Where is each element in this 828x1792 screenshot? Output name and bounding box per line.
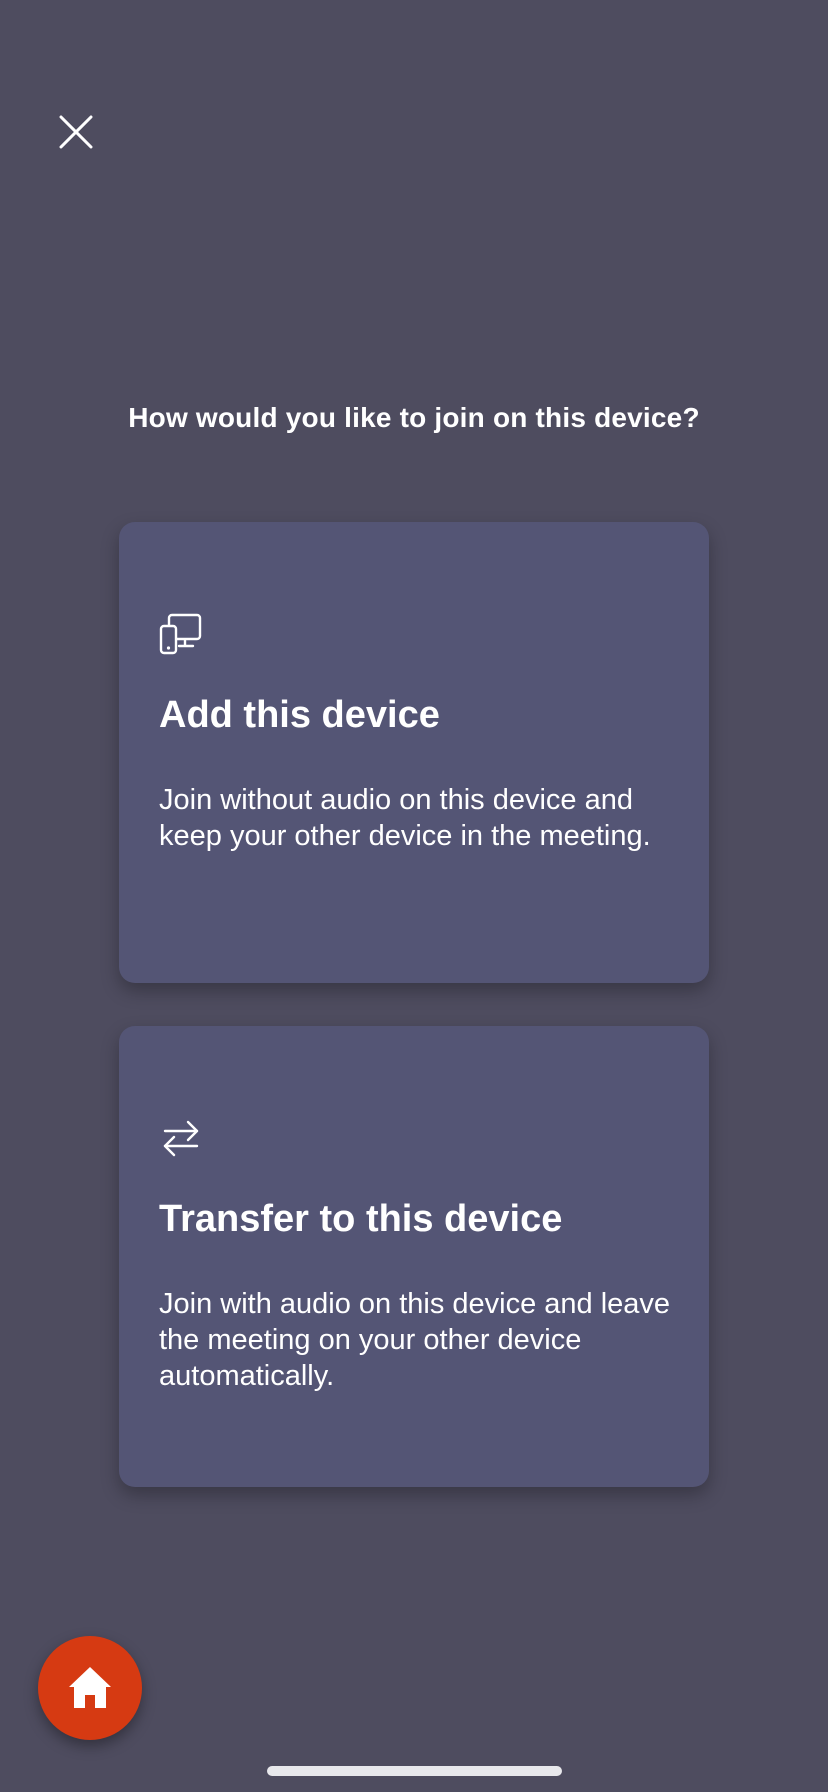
join-question-heading: How would you like to join on this devic… xyxy=(128,402,700,433)
home-icon xyxy=(69,1667,111,1708)
option-title: Add this device xyxy=(159,694,440,736)
transfer-to-this-device-option[interactable]: Transfer to this device Join with audio … xyxy=(119,1026,709,1487)
join-options-screen: How would you like to join on this devic… xyxy=(0,0,828,1792)
add-this-device-option[interactable]: Add this device Join without audio on th… xyxy=(119,522,709,983)
option-description: Join with audio on this device and leave… xyxy=(159,1288,671,1392)
close-icon xyxy=(59,115,93,149)
option-description: Join without audio on this device and ke… xyxy=(159,784,651,852)
option-title: Transfer to this device xyxy=(159,1198,563,1240)
home-indicator-bar[interactable] xyxy=(267,1766,562,1776)
devices-icon xyxy=(159,613,202,655)
transfer-arrows-icon xyxy=(163,1120,199,1157)
close-button[interactable] xyxy=(52,108,100,156)
home-button[interactable] xyxy=(38,1636,142,1740)
